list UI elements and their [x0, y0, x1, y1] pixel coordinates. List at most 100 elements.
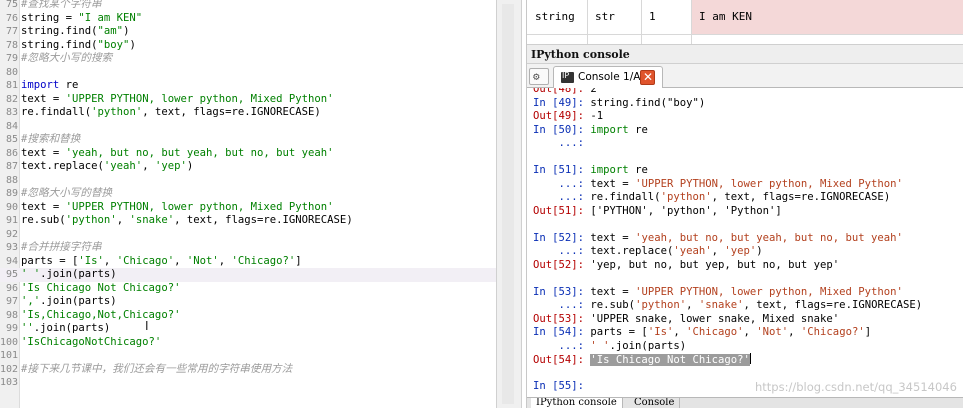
console-token: ,: [711, 245, 725, 257]
variable-row[interactable]: string str 1 I am KEN: [527, 0, 963, 34]
code-token: , text, flags=re.IGNORECASE): [174, 214, 353, 226]
console-token: re.findall(: [590, 191, 661, 203]
line-number: 102: [0, 363, 19, 375]
console-token: re.sub(: [590, 299, 636, 311]
variable-explorer: string str 1 I am KEN: [526, 0, 963, 44]
console-output[interactable]: Out[48]: 2 In [49]: string.find("boy") Out…: [527, 88, 963, 397]
code-token: ): [123, 25, 130, 37]
console-token: re: [628, 164, 648, 176]
console-line: Out[49]: -1: [533, 110, 603, 124]
editor-line[interactable]: 89 #忽略大小写的替换: [0, 187, 496, 201]
code-token: 'yeah': [103, 160, 143, 172]
code-token: 'yep': [154, 160, 187, 172]
editor-line[interactable]: 91 re.sub('python', 'snake', text, flags=…: [0, 214, 496, 228]
console-line: In [55]:: [533, 380, 590, 394]
editor-line[interactable]: 86 text = 'yeah, but no, but yeah, but no…: [0, 147, 496, 161]
line-number: 85: [5, 134, 18, 145]
line-number: 76: [5, 12, 18, 24]
editor-line[interactable]: 96 'Is Chicago Not Chicago?': [0, 282, 496, 296]
code-text: string.find("boy"): [21, 39, 136, 53]
console-token: ' ': [590, 339, 610, 352]
code-token: string.find(: [21, 38, 98, 51]
code-text: #接下来几节课中，我们还会有一些常用的字符串使用方法: [21, 363, 292, 377]
editor-line[interactable]: 79 #忽略大小写的搜索: [0, 52, 496, 66]
console-line: ...: re.sub('python', 'snake', text, fla…: [533, 299, 923, 313]
editor-line[interactable]: 76 string = "I am KEN": [0, 12, 496, 26]
tab-console[interactable]: Console: [629, 398, 681, 408]
tab-ipython-console[interactable]: IPython console: [531, 398, 623, 408]
editor-line[interactable]: 103: [0, 376, 496, 390]
editor-line[interactable]: 97 ','.join(parts): [0, 295, 496, 309]
editor-line[interactable]: 95 ' '.join(parts): [0, 268, 496, 282]
text-cursor-icon: I: [145, 319, 149, 333]
console-token: 'Not': [756, 326, 789, 338]
variable-type: str: [595, 10, 615, 23]
code-token: #忽略大小写的搜索: [21, 52, 113, 64]
editor-line[interactable]: 94 parts = ['Is', 'Chicago', 'Not', 'Chic…: [0, 255, 496, 269]
code-token: 'python': [91, 106, 143, 118]
console-line: In [53]: text = 'UPPER PYTHON, lower pyt…: [533, 286, 903, 300]
close-tab-button[interactable]: ✕: [640, 70, 655, 85]
continuation-prompt: ...:: [533, 137, 591, 149]
code-token: ]: [295, 254, 302, 267]
line-number: 78: [5, 39, 18, 51]
input-prompt: In [49]:: [533, 96, 591, 109]
editor-line[interactable]: 99 ''.join(parts): [0, 322, 496, 336]
line-number: 96: [5, 282, 18, 294]
continuation-prompt: ...:: [533, 191, 591, 203]
editor-line[interactable]: 88: [0, 174, 496, 188]
editor-line[interactable]: 90 text = 'UPPER PYTHON, lower python, Mi…: [0, 201, 496, 215]
console-token: 'UPPER snake, lower snake, Mixed snake': [590, 312, 840, 325]
line-number: 89: [5, 188, 18, 199]
editor-line[interactable]: 87 text.replace('yeah', 'yep'): [0, 160, 496, 174]
editor-line[interactable]: 80: [0, 66, 496, 80]
code-editor[interactable]: 75 #查找某个字符串 76 string = "I am KEN" 77 string.…: [0, 0, 496, 408]
line-number: 99: [5, 323, 18, 334]
column-divider: [641, 0, 642, 44]
editor-line[interactable]: 84: [0, 120, 496, 134]
editor-line[interactable]: 77 string.find("am"): [0, 25, 496, 39]
line-number: 98: [5, 309, 18, 321]
editor-line[interactable]: 75 #查找某个字符串: [0, 0, 496, 12]
options-button[interactable]: ⚙: [529, 68, 549, 85]
editor-line[interactable]: 78 string.find("boy"): [0, 39, 496, 53]
editor-line[interactable]: 81 import re: [0, 79, 496, 93]
editor-scrollbar[interactable]: [502, 4, 514, 404]
input-prompt: In [55]:: [533, 380, 591, 392]
console-line: In [50]: import re: [533, 124, 648, 138]
ipython-console-pane: IPython console ⚙ IP Console 1/A ✕ Out[4…: [526, 44, 963, 408]
editor-line[interactable]: 85 #搜索和替换: [0, 133, 496, 147]
editor-line[interactable]: 93 #合并拼接字符串: [0, 241, 496, 255]
tab-console-1a[interactable]: IP Console 1/A ✕: [553, 66, 663, 88]
code-token: ): [186, 160, 194, 172]
code-token: text =: [21, 146, 66, 159]
output-prompt: Out[49]:: [533, 110, 591, 122]
console-token: -1: [590, 110, 604, 122]
variable-size: 1: [649, 10, 656, 23]
code-token: re.findall(: [21, 106, 92, 118]
code-text: re.sub('python', 'snake', text, flags=re…: [21, 214, 353, 228]
code-text: #忽略大小写的搜索: [21, 52, 112, 66]
console-token: 'Is': [647, 326, 674, 338]
editor-line[interactable]: 82 text = 'UPPER PYTHON, lower python, Mi…: [0, 93, 496, 107]
code-text: ','.join(parts): [21, 295, 117, 309]
editor-line[interactable]: 98 'Is,Chicago,Not,Chicago?': [0, 309, 496, 323]
editor-line[interactable]: 101: [0, 349, 496, 363]
editor-line[interactable]: 100 'IsChicagoNotChicago?': [0, 336, 496, 350]
console-token: text =: [590, 285, 636, 298]
code-token: '': [21, 322, 34, 334]
line-number: 75: [5, 0, 18, 10]
input-prompt: In [53]:: [533, 285, 591, 298]
console-line: Out[53]: 'UPPER snake, lower snake, Mixe…: [533, 313, 839, 327]
editor-line[interactable]: 102 #接下来几节课中，我们还会有一些常用的字符串使用方法: [0, 363, 496, 377]
editor-line[interactable]: 83 re.findall('python', text, flags=re.IG…: [0, 106, 496, 120]
code-token: , text, flags=re.IGNORECASE): [142, 106, 321, 118]
console-token: ,: [743, 326, 757, 338]
code-text: parts = ['Is', 'Chicago', 'Not', 'Chicag…: [21, 255, 302, 269]
console-token: 'snake': [698, 299, 744, 311]
line-number: 79: [5, 53, 18, 64]
editor-line[interactable]: 92: [0, 228, 496, 242]
selected-text: 'Is Chicago Not Chicago?': [590, 354, 750, 366]
output-prompt: Out[51]:: [533, 204, 591, 217]
code-token: "boy": [97, 38, 130, 51]
